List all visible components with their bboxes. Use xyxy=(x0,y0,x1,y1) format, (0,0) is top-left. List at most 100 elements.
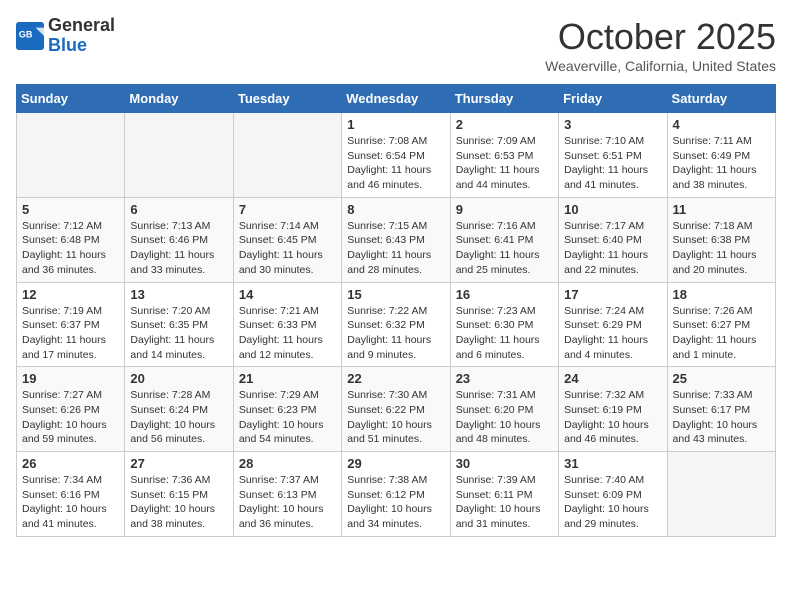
calendar-cell: 31Sunrise: 7:40 AM Sunset: 6:09 PM Dayli… xyxy=(559,452,667,537)
calendar-cell: 27 Sunrise: 7:36 AM Sunset: 6:15 PM Dayli… xyxy=(125,452,233,537)
day-info: Sunrise: 7:10 AM Sunset: 6:51 PM Dayligh… xyxy=(564,134,661,193)
day-info: Sunrise: 7:16 AM Sunset: 6:41 PM Dayligh… xyxy=(456,219,553,278)
location-subtitle: Weaverville, California, United States xyxy=(545,58,776,74)
day-info: Sunrise: 7:29 AM Sunset: 6:23 PM Dayligh… xyxy=(239,388,336,447)
col-header-thursday: Thursday xyxy=(450,85,558,113)
day-info: Sunrise: 7:18 AM Sunset: 6:38 PM Dayligh… xyxy=(673,219,770,278)
calendar-cell: 24 Sunrise: 7:32 AM Sunset: 6:19 PM Dayli… xyxy=(559,367,667,452)
day-info: Sunrise: 7:36 AM Sunset: 6:15 PM Dayligh… xyxy=(130,473,227,532)
col-header-sunday: Sunday xyxy=(17,85,125,113)
day-info: Sunrise: 7:32 AM Sunset: 6:19 PM Dayligh… xyxy=(564,388,661,447)
day-info: Sunrise: 7:24 AM Sunset: 6:29 PM Dayligh… xyxy=(564,304,661,363)
day-info: Sunrise: 7:12 AM Sunset: 6:48 PM Dayligh… xyxy=(22,219,119,278)
calendar-week-row: 1Sunrise: 7:08 AM Sunset: 6:54 PM Daylig… xyxy=(17,113,776,198)
day-number: 26 xyxy=(22,456,119,471)
day-number: 30 xyxy=(456,456,553,471)
calendar-cell: 13 Sunrise: 7:20 AM Sunset: 6:35 PM Dayli… xyxy=(125,282,233,367)
calendar-cell: 29 Sunrise: 7:38 AM Sunset: 6:12 PM Dayli… xyxy=(342,452,450,537)
calendar-cell: 14 Sunrise: 7:21 AM Sunset: 6:33 PM Dayli… xyxy=(233,282,341,367)
day-info: Sunrise: 7:23 AM Sunset: 6:30 PM Dayligh… xyxy=(456,304,553,363)
day-number: 25 xyxy=(673,371,770,386)
calendar-cell: 5Sunrise: 7:12 AM Sunset: 6:48 PM Daylig… xyxy=(17,197,125,282)
col-header-wednesday: Wednesday xyxy=(342,85,450,113)
calendar-cell xyxy=(667,452,775,537)
calendar-cell: 25 Sunrise: 7:33 AM Sunset: 6:17 PM Dayli… xyxy=(667,367,775,452)
day-number: 16 xyxy=(456,287,553,302)
day-info: Sunrise: 7:11 AM Sunset: 6:49 PM Dayligh… xyxy=(673,134,770,193)
logo-line2: Blue xyxy=(48,36,115,56)
day-number: 23 xyxy=(456,371,553,386)
day-number: 11 xyxy=(673,202,770,217)
day-number: 18 xyxy=(673,287,770,302)
day-info: Sunrise: 7:13 AM Sunset: 6:46 PM Dayligh… xyxy=(130,219,227,278)
day-info: Sunrise: 7:08 AM Sunset: 6:54 PM Dayligh… xyxy=(347,134,444,193)
calendar-cell: 6 Sunrise: 7:13 AM Sunset: 6:46 PM Daylig… xyxy=(125,197,233,282)
day-info: Sunrise: 7:20 AM Sunset: 6:35 PM Dayligh… xyxy=(130,304,227,363)
day-number: 15 xyxy=(347,287,444,302)
calendar-cell: 12 Sunrise: 7:19 AM Sunset: 6:37 PM Dayli… xyxy=(17,282,125,367)
month-title: October 2025 xyxy=(545,16,776,58)
svg-text:GB: GB xyxy=(19,29,33,39)
calendar-cell: 8Sunrise: 7:15 AM Sunset: 6:43 PM Daylig… xyxy=(342,197,450,282)
day-number: 7 xyxy=(239,202,336,217)
day-number: 3 xyxy=(564,117,661,132)
day-number: 13 xyxy=(130,287,227,302)
calendar-cell xyxy=(125,113,233,198)
calendar-cell: 1Sunrise: 7:08 AM Sunset: 6:54 PM Daylig… xyxy=(342,113,450,198)
day-number: 24 xyxy=(564,371,661,386)
day-number: 27 xyxy=(130,456,227,471)
calendar-week-row: 19Sunrise: 7:27 AM Sunset: 6:26 PM Dayli… xyxy=(17,367,776,452)
calendar-cell: 30 Sunrise: 7:39 AM Sunset: 6:11 PM Dayli… xyxy=(450,452,558,537)
calendar-cell: 7Sunrise: 7:14 AM Sunset: 6:45 PM Daylig… xyxy=(233,197,341,282)
logo: GB General Blue xyxy=(16,16,115,56)
calendar-cell: 22Sunrise: 7:30 AM Sunset: 6:22 PM Dayli… xyxy=(342,367,450,452)
day-number: 4 xyxy=(673,117,770,132)
page-header: GB General Blue October 2025 Weaverville… xyxy=(16,16,776,74)
calendar-cell: 15Sunrise: 7:22 AM Sunset: 6:32 PM Dayli… xyxy=(342,282,450,367)
day-number: 10 xyxy=(564,202,661,217)
day-info: Sunrise: 7:09 AM Sunset: 6:53 PM Dayligh… xyxy=(456,134,553,193)
calendar-cell: 9Sunrise: 7:16 AM Sunset: 6:41 PM Daylig… xyxy=(450,197,558,282)
day-info: Sunrise: 7:26 AM Sunset: 6:27 PM Dayligh… xyxy=(673,304,770,363)
calendar-cell: 10 Sunrise: 7:17 AM Sunset: 6:40 PM Dayli… xyxy=(559,197,667,282)
calendar-cell: 28Sunrise: 7:37 AM Sunset: 6:13 PM Dayli… xyxy=(233,452,341,537)
calendar-header-row: SundayMondayTuesdayWednesdayThursdayFrid… xyxy=(17,85,776,113)
calendar-cell: 23 Sunrise: 7:31 AM Sunset: 6:20 PM Dayli… xyxy=(450,367,558,452)
calendar-cell: 19Sunrise: 7:27 AM Sunset: 6:26 PM Dayli… xyxy=(17,367,125,452)
col-header-monday: Monday xyxy=(125,85,233,113)
day-info: Sunrise: 7:33 AM Sunset: 6:17 PM Dayligh… xyxy=(673,388,770,447)
calendar-cell: 4 Sunrise: 7:11 AM Sunset: 6:49 PM Daylig… xyxy=(667,113,775,198)
col-header-saturday: Saturday xyxy=(667,85,775,113)
day-info: Sunrise: 7:15 AM Sunset: 6:43 PM Dayligh… xyxy=(347,219,444,278)
day-number: 14 xyxy=(239,287,336,302)
day-number: 6 xyxy=(130,202,227,217)
day-number: 29 xyxy=(347,456,444,471)
calendar-cell: 21 Sunrise: 7:29 AM Sunset: 6:23 PM Dayli… xyxy=(233,367,341,452)
calendar-cell: 26Sunrise: 7:34 AM Sunset: 6:16 PM Dayli… xyxy=(17,452,125,537)
day-number: 12 xyxy=(22,287,119,302)
title-block: October 2025 Weaverville, California, Un… xyxy=(545,16,776,74)
logo-icon: GB xyxy=(16,22,44,50)
logo-line1: General xyxy=(48,16,115,36)
day-number: 17 xyxy=(564,287,661,302)
day-info: Sunrise: 7:38 AM Sunset: 6:12 PM Dayligh… xyxy=(347,473,444,532)
day-info: Sunrise: 7:21 AM Sunset: 6:33 PM Dayligh… xyxy=(239,304,336,363)
calendar-week-row: 12 Sunrise: 7:19 AM Sunset: 6:37 PM Dayli… xyxy=(17,282,776,367)
day-info: Sunrise: 7:39 AM Sunset: 6:11 PM Dayligh… xyxy=(456,473,553,532)
day-number: 21 xyxy=(239,371,336,386)
calendar-cell: 2Sunrise: 7:09 AM Sunset: 6:53 PM Daylig… xyxy=(450,113,558,198)
calendar-cell: 18 Sunrise: 7:26 AM Sunset: 6:27 PM Dayli… xyxy=(667,282,775,367)
calendar-cell xyxy=(17,113,125,198)
col-header-friday: Friday xyxy=(559,85,667,113)
calendar-week-row: 5Sunrise: 7:12 AM Sunset: 6:48 PM Daylig… xyxy=(17,197,776,282)
day-info: Sunrise: 7:37 AM Sunset: 6:13 PM Dayligh… xyxy=(239,473,336,532)
day-info: Sunrise: 7:28 AM Sunset: 6:24 PM Dayligh… xyxy=(130,388,227,447)
col-header-tuesday: Tuesday xyxy=(233,85,341,113)
day-info: Sunrise: 7:19 AM Sunset: 6:37 PM Dayligh… xyxy=(22,304,119,363)
calendar-cell: 16 Sunrise: 7:23 AM Sunset: 6:30 PM Dayli… xyxy=(450,282,558,367)
day-info: Sunrise: 7:17 AM Sunset: 6:40 PM Dayligh… xyxy=(564,219,661,278)
day-info: Sunrise: 7:31 AM Sunset: 6:20 PM Dayligh… xyxy=(456,388,553,447)
calendar-cell: 20Sunrise: 7:28 AM Sunset: 6:24 PM Dayli… xyxy=(125,367,233,452)
calendar-cell: 11 Sunrise: 7:18 AM Sunset: 6:38 PM Dayli… xyxy=(667,197,775,282)
day-number: 31 xyxy=(564,456,661,471)
